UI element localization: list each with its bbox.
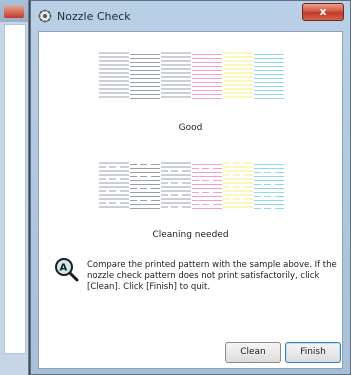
cleaning-needed-nozzle-pattern bbox=[99, 162, 284, 209]
dialog-client-area: Good Cleaning needed A Compare the print… bbox=[38, 31, 343, 369]
background-window bbox=[0, 0, 29, 375]
nozzle-check-dialog: Nozzle Check x Good Cleaning needed A Co… bbox=[30, 0, 351, 375]
help-magnifier-icon: A bbox=[55, 258, 79, 282]
background-window-close-button[interactable] bbox=[4, 6, 24, 18]
svg-text:A: A bbox=[60, 263, 68, 274]
background-window-client bbox=[4, 24, 26, 354]
clean-button[interactable]: Clean bbox=[225, 342, 281, 363]
good-nozzle-pattern bbox=[99, 52, 284, 99]
finish-button[interactable]: Finish bbox=[285, 342, 341, 363]
close-button[interactable]: x bbox=[302, 3, 344, 21]
good-pattern-label: Good bbox=[178, 123, 203, 133]
instruction-message: Compare the printed pattern with the sam… bbox=[87, 260, 337, 292]
title-bar[interactable]: Nozzle Check x bbox=[31, 1, 350, 31]
cleaning-needed-label: Cleaning needed bbox=[152, 230, 229, 240]
printer-gear-icon bbox=[38, 9, 52, 23]
window-title: Nozzle Check bbox=[57, 10, 131, 23]
